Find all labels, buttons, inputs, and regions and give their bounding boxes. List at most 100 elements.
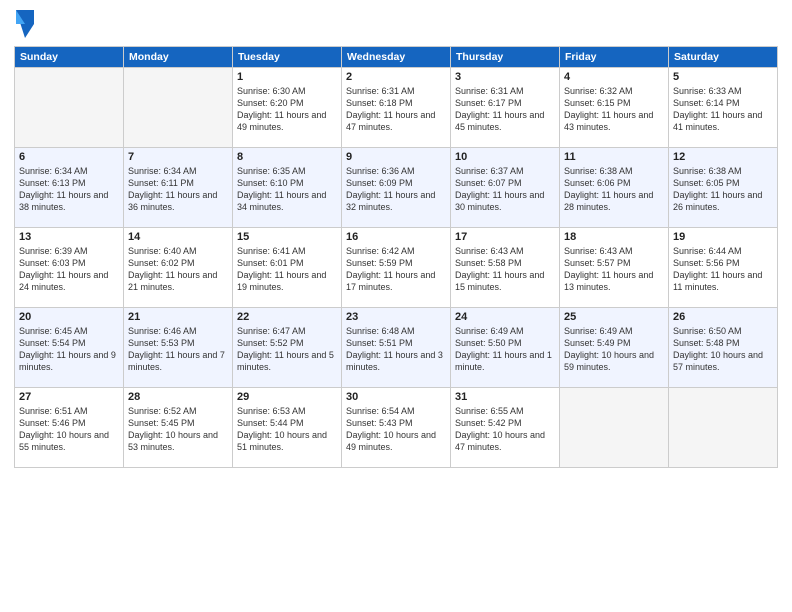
calendar-cell: 4 Sunrise: 6:32 AMSunset: 6:15 PMDaylight… [560, 68, 669, 148]
day-detail: Sunrise: 6:30 AMSunset: 6:20 PMDaylight:… [237, 85, 337, 134]
day-number: 28 [128, 391, 228, 403]
day-number: 16 [346, 231, 446, 243]
day-number: 9 [346, 151, 446, 163]
day-detail: Sunrise: 6:43 AMSunset: 5:57 PMDaylight:… [564, 245, 664, 294]
calendar-cell: 8 Sunrise: 6:35 AMSunset: 6:10 PMDaylight… [233, 148, 342, 228]
day-detail: Sunrise: 6:37 AMSunset: 6:07 PMDaylight:… [455, 165, 555, 214]
calendar-table: SundayMondayTuesdayWednesdayThursdayFrid… [14, 46, 778, 468]
day-number: 30 [346, 391, 446, 403]
day-number: 20 [19, 311, 119, 323]
calendar-cell: 28 Sunrise: 6:52 AMSunset: 5:45 PMDayligh… [124, 388, 233, 468]
day-detail: Sunrise: 6:55 AMSunset: 5:42 PMDaylight:… [455, 405, 555, 454]
calendar-cell: 13 Sunrise: 6:39 AMSunset: 6:03 PMDayligh… [15, 228, 124, 308]
day-detail: Sunrise: 6:38 AMSunset: 6:06 PMDaylight:… [564, 165, 664, 214]
day-detail: Sunrise: 6:41 AMSunset: 6:01 PMDaylight:… [237, 245, 337, 294]
day-number: 19 [673, 231, 773, 243]
day-number: 15 [237, 231, 337, 243]
calendar-week-1: 1 Sunrise: 6:30 AMSunset: 6:20 PMDaylight… [15, 68, 778, 148]
day-header-saturday: Saturday [669, 47, 778, 68]
day-number: 1 [237, 71, 337, 83]
day-number: 26 [673, 311, 773, 323]
calendar-cell: 7 Sunrise: 6:34 AMSunset: 6:11 PMDaylight… [124, 148, 233, 228]
day-detail: Sunrise: 6:52 AMSunset: 5:45 PMDaylight:… [128, 405, 228, 454]
day-detail: Sunrise: 6:43 AMSunset: 5:58 PMDaylight:… [455, 245, 555, 294]
day-detail: Sunrise: 6:38 AMSunset: 6:05 PMDaylight:… [673, 165, 773, 214]
day-number: 14 [128, 231, 228, 243]
day-number: 12 [673, 151, 773, 163]
header [14, 10, 778, 38]
day-number: 2 [346, 71, 446, 83]
day-detail: Sunrise: 6:47 AMSunset: 5:52 PMDaylight:… [237, 325, 337, 374]
calendar-cell [669, 388, 778, 468]
day-number: 27 [19, 391, 119, 403]
calendar-cell: 26 Sunrise: 6:50 AMSunset: 5:48 PMDayligh… [669, 308, 778, 388]
day-number: 24 [455, 311, 555, 323]
calendar-cell: 27 Sunrise: 6:51 AMSunset: 5:46 PMDayligh… [15, 388, 124, 468]
day-detail: Sunrise: 6:42 AMSunset: 5:59 PMDaylight:… [346, 245, 446, 294]
calendar-week-3: 13 Sunrise: 6:39 AMSunset: 6:03 PMDayligh… [15, 228, 778, 308]
day-number: 6 [19, 151, 119, 163]
day-number: 23 [346, 311, 446, 323]
day-detail: Sunrise: 6:45 AMSunset: 5:54 PMDaylight:… [19, 325, 119, 374]
calendar-cell [124, 68, 233, 148]
calendar-cell: 21 Sunrise: 6:46 AMSunset: 5:53 PMDayligh… [124, 308, 233, 388]
calendar-cell: 12 Sunrise: 6:38 AMSunset: 6:05 PMDayligh… [669, 148, 778, 228]
logo-icon [16, 10, 34, 38]
calendar-cell: 6 Sunrise: 6:34 AMSunset: 6:13 PMDaylight… [15, 148, 124, 228]
calendar-cell: 18Sunrise: 6:43 AMSunset: 5:57 PMDayligh… [560, 228, 669, 308]
calendar-cell: 25Sunrise: 6:49 AMSunset: 5:49 PMDayligh… [560, 308, 669, 388]
day-number: 21 [128, 311, 228, 323]
day-number: 22 [237, 311, 337, 323]
day-detail: Sunrise: 6:51 AMSunset: 5:46 PMDaylight:… [19, 405, 119, 454]
day-number: 8 [237, 151, 337, 163]
day-number: 13 [19, 231, 119, 243]
day-detail: Sunrise: 6:39 AMSunset: 6:03 PMDaylight:… [19, 245, 119, 294]
calendar-cell: 5Sunrise: 6:33 AMSunset: 6:14 PMDaylight… [669, 68, 778, 148]
calendar-cell: 23 Sunrise: 6:48 AMSunset: 5:51 PMDayligh… [342, 308, 451, 388]
day-detail: Sunrise: 6:31 AMSunset: 6:18 PMDaylight:… [346, 85, 446, 134]
day-number: 3 [455, 71, 555, 83]
day-detail: Sunrise: 6:36 AMSunset: 6:09 PMDaylight:… [346, 165, 446, 214]
calendar-cell: 22 Sunrise: 6:47 AMSunset: 5:52 PMDayligh… [233, 308, 342, 388]
day-detail: Sunrise: 6:53 AMSunset: 5:44 PMDaylight:… [237, 405, 337, 454]
logo [14, 10, 34, 38]
calendar-cell: 9 Sunrise: 6:36 AMSunset: 6:09 PMDaylight… [342, 148, 451, 228]
day-detail: Sunrise: 6:46 AMSunset: 5:53 PMDaylight:… [128, 325, 228, 374]
day-header-row: SundayMondayTuesdayWednesdayThursdayFrid… [15, 47, 778, 68]
day-detail: Sunrise: 6:44 AMSunset: 5:56 PMDaylight:… [673, 245, 773, 294]
day-detail: Sunrise: 6:50 AMSunset: 5:48 PMDaylight:… [673, 325, 773, 374]
day-detail: Sunrise: 6:31 AMSunset: 6:17 PMDaylight:… [455, 85, 555, 134]
calendar-week-5: 27 Sunrise: 6:51 AMSunset: 5:46 PMDayligh… [15, 388, 778, 468]
day-detail: Sunrise: 6:34 AMSunset: 6:13 PMDaylight:… [19, 165, 119, 214]
day-number: 31 [455, 391, 555, 403]
day-number: 7 [128, 151, 228, 163]
calendar-week-2: 6 Sunrise: 6:34 AMSunset: 6:13 PMDaylight… [15, 148, 778, 228]
day-detail: Sunrise: 6:34 AMSunset: 6:11 PMDaylight:… [128, 165, 228, 214]
day-detail: Sunrise: 6:48 AMSunset: 5:51 PMDaylight:… [346, 325, 446, 374]
calendar-cell: 15 Sunrise: 6:41 AMSunset: 6:01 PMDayligh… [233, 228, 342, 308]
day-number: 11 [564, 151, 664, 163]
calendar-cell: 19 Sunrise: 6:44 AMSunset: 5:56 PMDayligh… [669, 228, 778, 308]
day-header-thursday: Thursday [451, 47, 560, 68]
day-number: 29 [237, 391, 337, 403]
calendar-cell: 20 Sunrise: 6:45 AMSunset: 5:54 PMDayligh… [15, 308, 124, 388]
day-detail: Sunrise: 6:35 AMSunset: 6:10 PMDaylight:… [237, 165, 337, 214]
day-header-sunday: Sunday [15, 47, 124, 68]
calendar-cell: 2 Sunrise: 6:31 AMSunset: 6:18 PMDaylight… [342, 68, 451, 148]
calendar-cell: 10 Sunrise: 6:37 AMSunset: 6:07 PMDayligh… [451, 148, 560, 228]
day-number: 10 [455, 151, 555, 163]
calendar-cell: 31 Sunrise: 6:55 AMSunset: 5:42 PMDayligh… [451, 388, 560, 468]
day-detail: Sunrise: 6:40 AMSunset: 6:02 PMDaylight:… [128, 245, 228, 294]
calendar-week-4: 20 Sunrise: 6:45 AMSunset: 5:54 PMDayligh… [15, 308, 778, 388]
calendar-container: SundayMondayTuesdayWednesdayThursdayFrid… [0, 0, 792, 612]
day-number: 4 [564, 71, 664, 83]
calendar-cell: 14 Sunrise: 6:40 AMSunset: 6:02 PMDayligh… [124, 228, 233, 308]
day-header-tuesday: Tuesday [233, 47, 342, 68]
day-number: 5 [673, 71, 773, 83]
calendar-cell [560, 388, 669, 468]
day-detail: Sunrise: 6:54 AMSunset: 5:43 PMDaylight:… [346, 405, 446, 454]
calendar-cell: 16 Sunrise: 6:42 AMSunset: 5:59 PMDayligh… [342, 228, 451, 308]
day-header-friday: Friday [560, 47, 669, 68]
day-number: 17 [455, 231, 555, 243]
day-detail: Sunrise: 6:32 AMSunset: 6:15 PMDaylight:… [564, 85, 664, 134]
